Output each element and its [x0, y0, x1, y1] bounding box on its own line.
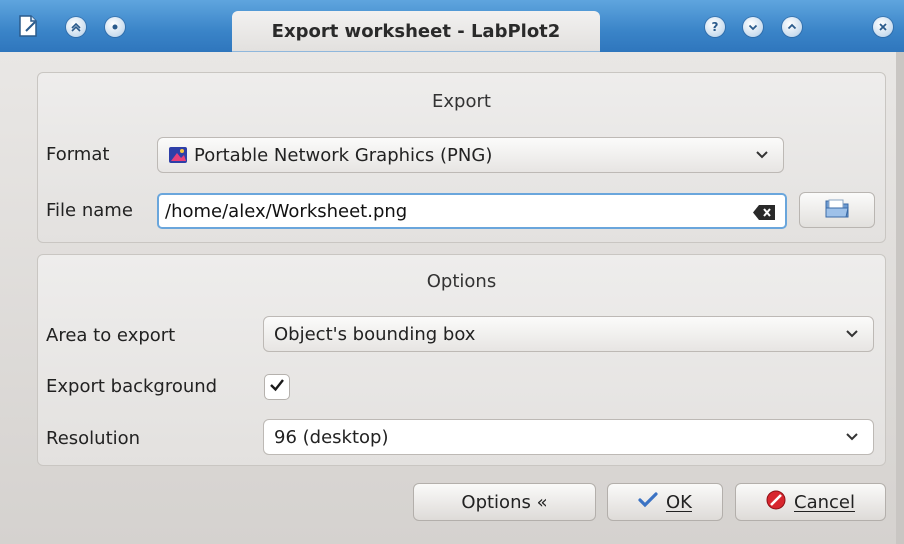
- cancel-button[interactable]: Cancel: [735, 483, 886, 521]
- area-combobox[interactable]: Object's bounding box: [263, 316, 874, 352]
- chevron-down-icon: [845, 325, 859, 344]
- options-toggle-button[interactable]: Options «: [413, 483, 596, 521]
- format-combobox[interactable]: Portable Network Graphics (PNG): [157, 137, 784, 173]
- export-background-label: Export background: [46, 376, 218, 397]
- minimize-icon[interactable]: [743, 17, 763, 37]
- export-group-title: Export: [432, 91, 491, 112]
- resolution-combobox[interactable]: 96 (desktop): [263, 419, 874, 455]
- keep-above-icon[interactable]: [66, 17, 86, 37]
- chevron-down-icon: [845, 428, 859, 447]
- format-value: Portable Network Graphics (PNG): [194, 144, 493, 166]
- resolution-label: Resolution: [46, 428, 141, 449]
- area-value: Object's bounding box: [274, 323, 476, 345]
- options-button-label: Options «: [461, 491, 548, 513]
- export-background-checkbox[interactable]: [264, 374, 290, 400]
- on-all-desktops-icon[interactable]: [105, 17, 125, 37]
- filename-input[interactable]: /home/alex/Worksheet.png: [157, 193, 787, 229]
- window-title: Export worksheet - LabPlot2: [232, 11, 600, 52]
- chevron-down-icon: [755, 146, 769, 165]
- options-group-title: Options: [426, 271, 497, 292]
- filename-value: /home/alex/Worksheet.png: [165, 200, 408, 222]
- app-document-icon[interactable]: [18, 14, 40, 38]
- browse-file-button[interactable]: [799, 192, 875, 228]
- cancel-icon: [766, 490, 786, 515]
- checkmark-icon: [268, 376, 286, 399]
- folder-open-icon: [824, 197, 850, 224]
- filename-label: File name: [46, 200, 133, 221]
- ok-check-icon: [638, 491, 658, 513]
- ok-button-label: OK: [666, 491, 692, 513]
- close-icon[interactable]: [873, 17, 893, 37]
- resolution-value: 96 (desktop): [274, 426, 389, 448]
- png-file-icon: [168, 146, 188, 164]
- format-label: Format: [46, 144, 110, 165]
- clear-text-icon[interactable]: [753, 204, 775, 220]
- cancel-button-label: Cancel: [794, 491, 855, 513]
- window-right-border: [896, 52, 904, 544]
- area-label: Area to export: [46, 325, 176, 346]
- help-icon[interactable]: ?: [705, 17, 725, 37]
- maximize-icon[interactable]: [782, 17, 802, 37]
- ok-button[interactable]: OK: [607, 483, 723, 521]
